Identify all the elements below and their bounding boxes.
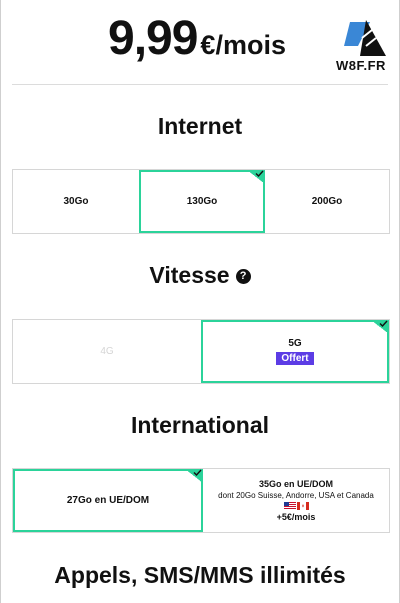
internet-title: Internet xyxy=(157,113,243,139)
calls-title: Appels, SMS/MMS illimités xyxy=(54,562,346,588)
option-130go[interactable]: 130Go xyxy=(139,170,265,233)
price-amount: 9,99 xyxy=(108,12,198,65)
plan-price: 9,99 €/mois xyxy=(108,8,286,70)
internet-options: 30Go 130Go 200Go xyxy=(12,169,390,234)
flags xyxy=(283,502,309,510)
option-label: 30Go xyxy=(63,196,89,207)
option-label: 5G xyxy=(288,338,302,349)
us-flag-icon xyxy=(283,502,296,510)
speed-title-text: Vitesse xyxy=(149,262,230,288)
option-35go[interactable]: 35Go en UE/DOM dont 20Go Suisse, Andorre… xyxy=(203,469,389,532)
check-icon xyxy=(371,320,389,334)
option-4g[interactable]: 4G xyxy=(13,320,201,383)
header-divider xyxy=(12,84,388,85)
option-label: 35Go en UE/DOM xyxy=(258,479,333,489)
offered-badge: Offert xyxy=(276,352,314,365)
option-label: 200Go xyxy=(311,196,343,207)
price-unit: €/mois xyxy=(200,30,286,60)
option-detail: dont 20Go Suisse, Andorre, USA et Canada xyxy=(218,491,374,500)
option-label: 27Go en UE/DOM xyxy=(66,495,150,506)
option-27go[interactable]: 27Go en UE/DOM xyxy=(13,469,203,532)
international-title: International xyxy=(130,412,269,438)
speed-options: 4G 5G Offert xyxy=(12,319,390,384)
check-icon xyxy=(185,469,203,483)
international-options: 27Go en UE/DOM 35Go en UE/DOM dont 20Go … xyxy=(12,468,390,533)
speed-title: Vitesse? xyxy=(0,262,400,289)
logo-text: W8F.FR xyxy=(336,58,386,73)
option-30go[interactable]: 30Go xyxy=(13,170,139,233)
help-icon[interactable]: ? xyxy=(235,269,251,285)
option-extra-price: +5€/mois xyxy=(276,512,316,522)
option-200go[interactable]: 200Go xyxy=(265,170,389,233)
option-5g[interactable]: 5G Offert xyxy=(201,320,389,383)
canada-flag-icon xyxy=(296,502,309,510)
check-icon xyxy=(247,170,265,184)
option-label: 130Go xyxy=(186,196,218,207)
option-label: 4G xyxy=(100,346,114,357)
